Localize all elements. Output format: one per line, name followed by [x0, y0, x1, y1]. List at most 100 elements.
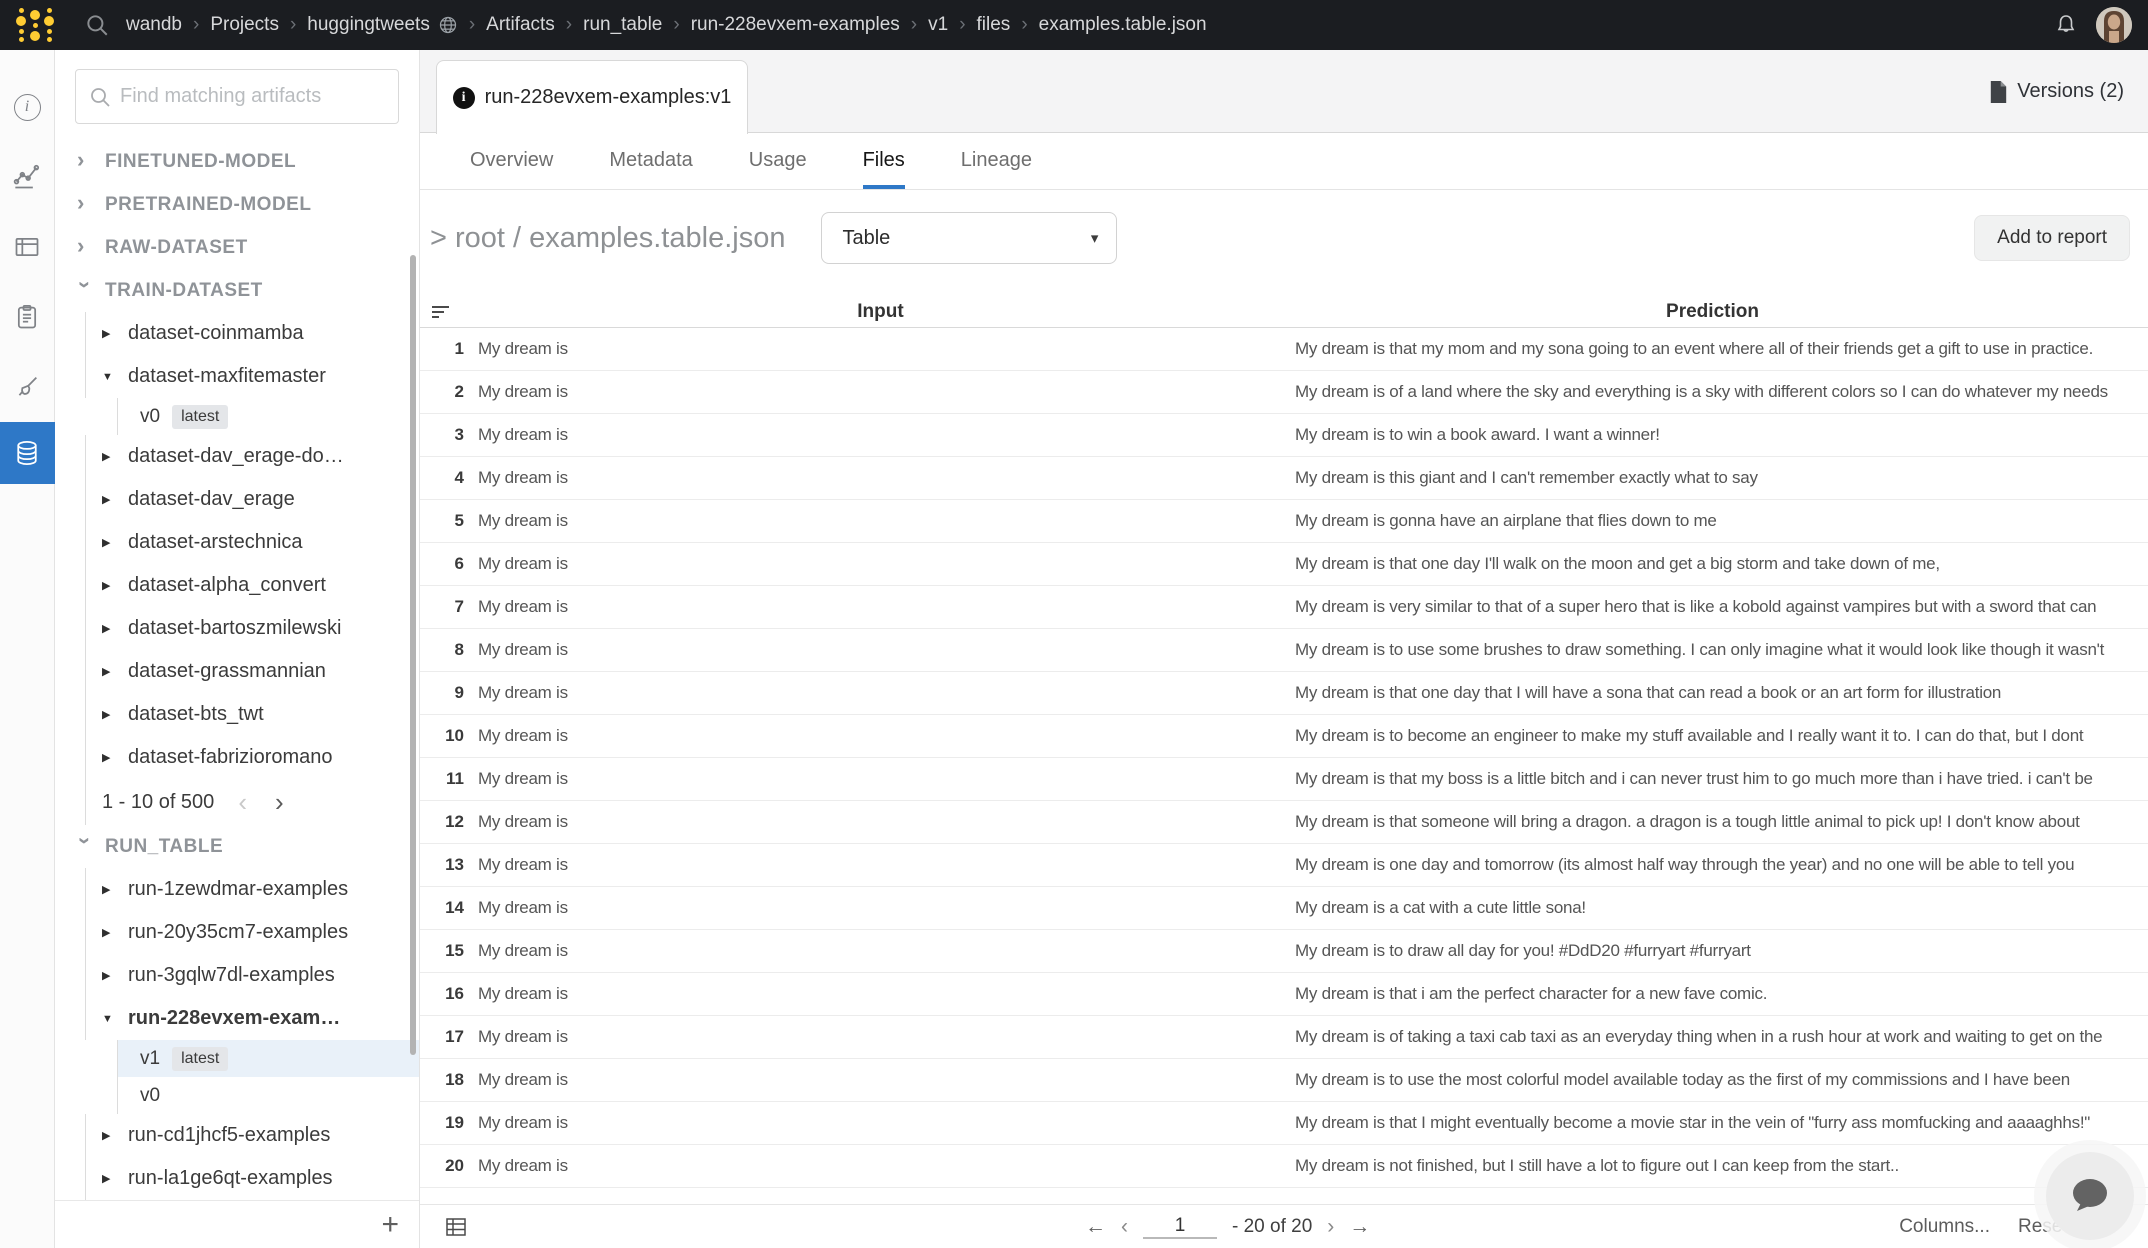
breadcrumb-item[interactable]: Artifacts — [486, 14, 555, 36]
triangle-icon: ▶ — [102, 926, 116, 939]
tree-item[interactable]: ▼dataset-maxfitemaster — [85, 355, 419, 398]
clipboard-icon[interactable] — [0, 282, 55, 352]
breadcrumb-item[interactable]: v1 — [928, 14, 948, 36]
prediction-cell: My dream is very similar to that of a su… — [1295, 597, 2130, 617]
row-number: 3 — [428, 425, 466, 445]
prev-page-chevron-icon[interactable]: ‹ — [234, 787, 251, 818]
search-artifacts-input[interactable] — [120, 85, 386, 108]
breadcrumb-item[interactable]: huggingtweets — [307, 14, 430, 36]
tree-item[interactable]: ▶run-la1ge6qt-examples — [85, 1157, 419, 1200]
tree-version[interactable]: v0 — [117, 1077, 419, 1114]
add-artifact-button[interactable]: + — [381, 1210, 399, 1240]
charts-icon[interactable] — [0, 142, 55, 212]
columns-button[interactable]: Columns... — [1899, 1216, 1990, 1238]
tree-section-run_table[interactable]: ›RUN_TABLE — [55, 825, 419, 868]
breadcrumb-item[interactable]: wandb — [126, 14, 182, 36]
tree-version[interactable]: v1latest — [117, 1040, 419, 1077]
breadcrumb-item[interactable]: examples.table.json — [1039, 14, 1207, 36]
artifact-search-box — [75, 69, 399, 124]
tree-item[interactable]: ▶dataset-coinmamba — [85, 312, 419, 355]
tree-section-finetuned-model[interactable]: ›FINETUNED-MODEL — [55, 140, 419, 183]
tree-item[interactable]: ▶dataset-bts_twt — [85, 693, 419, 736]
triangle-icon: ▶ — [102, 327, 116, 340]
input-cell: My dream is — [478, 468, 1283, 488]
tab-lineage[interactable]: Lineage — [961, 133, 1032, 189]
breadcrumb-item[interactable]: run-228evxem-examples — [691, 14, 900, 36]
tab-overview[interactable]: Overview — [470, 133, 553, 189]
sweeps-icon[interactable] — [0, 352, 55, 422]
last-page-arrow-icon[interactable]: → — [1349, 1215, 1370, 1239]
prev-page-chevron-icon[interactable]: ‹ — [1121, 1215, 1128, 1239]
tree-version[interactable]: v0latest — [117, 398, 419, 435]
tab-metadata[interactable]: Metadata — [609, 133, 692, 189]
wandb-logo-icon[interactable] — [16, 8, 54, 42]
view-selector-dropdown[interactable]: Table ▾ — [821, 212, 1117, 264]
panel-scrollbar[interactable] — [410, 255, 416, 1055]
row-number: 11 — [428, 769, 466, 789]
chat-bubble-icon[interactable] — [2046, 1152, 2134, 1240]
breadcrumb-item[interactable]: run_table — [583, 14, 662, 36]
tree-item[interactable]: ▼run-228evxem-exam… — [85, 997, 419, 1040]
triangle-icon: ▶ — [102, 622, 116, 635]
tree-section-pretrained-model[interactable]: ›PRETRAINED-MODEL — [55, 183, 419, 226]
panels-icon[interactable] — [0, 212, 55, 282]
breadcrumb-item[interactable]: files — [977, 14, 1011, 36]
tree-item[interactable]: ▶run-3gqlw7dl-examples — [85, 954, 419, 997]
column-header-prediction[interactable]: Prediction — [1295, 301, 2130, 323]
next-page-chevron-icon[interactable]: › — [271, 787, 288, 818]
table-row: 20My dream isMy dream is not finished, b… — [420, 1145, 2148, 1188]
bell-icon[interactable] — [2054, 13, 2078, 37]
add-to-report-button[interactable]: Add to report — [1974, 215, 2130, 261]
versions-label: Versions (2) — [2017, 80, 2124, 103]
input-cell: My dream is — [478, 1027, 1283, 1047]
table-row: 5My dream isMy dream is gonna have an ai… — [420, 500, 2148, 543]
page-number-input[interactable] — [1143, 1215, 1217, 1239]
prediction-cell: My dream is gonna have an airplane that … — [1295, 511, 2130, 531]
tree-item[interactable]: ▶run-1zewdmar-examples — [85, 868, 419, 911]
tree-section-train-dataset[interactable]: ›TRAIN-DATASET — [55, 269, 419, 312]
triangle-icon: ▶ — [102, 969, 116, 982]
file-path-heading: > root / examples.table.json — [430, 222, 785, 255]
top-navbar: wandb›Projects›huggingtweets›Artifacts›r… — [0, 0, 2148, 50]
prediction-cell: My dream is to use some brushes to draw … — [1295, 640, 2130, 660]
search-icon — [88, 85, 112, 109]
tree-item[interactable]: ▶dataset-bartoszmilewski — [85, 607, 419, 650]
row-number: 14 — [428, 898, 466, 918]
tree-item[interactable]: ▶dataset-grassmannian — [85, 650, 419, 693]
artifacts-database-icon[interactable] — [0, 422, 55, 484]
tree-item[interactable]: ▶dataset-fabrizioromano — [85, 736, 419, 779]
row-number: 17 — [428, 1027, 466, 1047]
tree-item[interactable]: ▶run-20y35cm7-examples — [85, 911, 419, 954]
tree-section-raw-dataset[interactable]: ›RAW-DATASET — [55, 226, 419, 269]
pagination: ← ‹ - 20 of 20 › → — [1085, 1215, 1370, 1239]
tree-item[interactable]: ▶dataset-alpha_convert — [85, 564, 419, 607]
tree-section-label: FINETUNED-MODEL — [105, 151, 296, 173]
search-icon[interactable] — [84, 12, 110, 38]
column-header-input[interactable]: Input — [478, 301, 1283, 323]
filter-icon[interactable] — [432, 306, 450, 318]
row-number: 16 — [428, 984, 466, 1004]
table-row: 16My dream isMy dream is that i am the p… — [420, 973, 2148, 1016]
row-number: 19 — [428, 1113, 466, 1133]
avatar[interactable] — [2096, 7, 2132, 43]
next-page-chevron-icon[interactable]: › — [1327, 1215, 1334, 1239]
artifact-version-tab[interactable]: i run-228evxem-examples:v1 — [436, 60, 748, 134]
tab-files[interactable]: Files — [863, 133, 905, 189]
versions-button[interactable]: Versions (2) — [1989, 50, 2124, 133]
tree-item[interactable]: ▶dataset-dav_erage — [85, 478, 419, 521]
input-cell: My dream is — [478, 683, 1283, 703]
tree-item-label: dataset-alpha_convert — [128, 574, 326, 597]
info-icon[interactable]: i — [0, 72, 55, 142]
tree-version-label: v0 — [140, 1085, 160, 1107]
tree-item[interactable]: ▶dataset-arstechnica — [85, 521, 419, 564]
breadcrumb-item[interactable]: Projects — [210, 14, 279, 36]
tab-usage[interactable]: Usage — [749, 133, 807, 189]
row-number: 4 — [428, 468, 466, 488]
row-number: 5 — [428, 511, 466, 531]
table-grid-icon[interactable] — [446, 1218, 466, 1236]
tree-item[interactable]: ▶dataset-dav_erage-do… — [85, 435, 419, 478]
prediction-cell: My dream is not finished, but I still ha… — [1295, 1156, 2130, 1176]
tree-item[interactable]: ▶run-cd1jhcf5-examples — [85, 1114, 419, 1157]
row-number: 7 — [428, 597, 466, 617]
first-page-arrow-icon[interactable]: ← — [1085, 1215, 1106, 1239]
